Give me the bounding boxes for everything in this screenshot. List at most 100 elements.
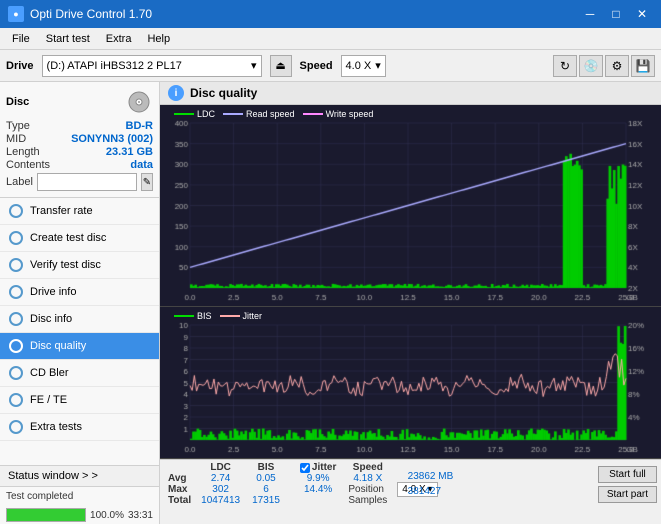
drive-dropdown-arrow: ▾ — [251, 59, 257, 72]
title-controls: ─ □ ✕ — [579, 5, 653, 23]
drive-value: (D:) ATAPI iHBS312 2 PL17 — [47, 60, 182, 72]
max-ldc: 302 — [195, 484, 246, 495]
jitter-checkbox[interactable] — [300, 463, 310, 473]
app-title: Opti Drive Control 1.70 — [30, 7, 152, 21]
disc-info-icon — [8, 311, 24, 327]
progress-text: 100.0% — [90, 510, 124, 521]
position-label: Position — [342, 484, 393, 495]
sidebar-item-extra-tests[interactable]: Extra tests — [0, 414, 159, 441]
progress-bar-area: 100.0% 33:31 — [0, 506, 159, 524]
speed-val: 4.18 X — [353, 473, 382, 484]
verify-test-disc-icon — [8, 257, 24, 273]
cd-bler-icon — [8, 365, 24, 381]
extra-tests-icon — [8, 419, 24, 435]
legend-write-speed: Write speed — [303, 109, 374, 119]
disc-type-value: BD-R — [126, 120, 154, 132]
disc-type-row: Type BD-R — [6, 120, 153, 132]
nav-label-create-test-disc: Create test disc — [30, 232, 106, 244]
speed-selector[interactable]: 4.0 X ▾ — [341, 55, 386, 77]
sidebar-status-area: Status window > > Test completed 100.0% … — [0, 465, 159, 524]
max-label: Max — [164, 484, 195, 495]
disc-length-label: Length — [6, 146, 40, 158]
start-part-button[interactable]: Start part — [598, 486, 657, 503]
sidebar-item-cd-bler[interactable]: CD Bler — [0, 360, 159, 387]
disc-type-label: Type — [6, 120, 30, 132]
stats-ldc-header: LDC — [195, 462, 246, 473]
top-chart-canvas — [160, 105, 661, 306]
sidebar-item-disc-info[interactable]: Disc info — [0, 306, 159, 333]
sidebar-item-drive-info[interactable]: Drive info — [0, 279, 159, 306]
avg-ldc: 2.74 — [195, 473, 246, 484]
menu-start-test[interactable]: Start test — [38, 31, 98, 47]
jitter-header-text: Jitter — [312, 462, 336, 473]
drive-bar: Drive (D:) ATAPI iHBS312 2 PL17 ▾ ⏏ Spee… — [0, 50, 661, 82]
menu-extra[interactable]: Extra — [98, 31, 140, 47]
speed-display: 4.18 X — [342, 473, 393, 484]
minimize-button[interactable]: ─ — [579, 5, 601, 23]
disc-mid-label: MID — [6, 133, 26, 145]
stats-bar: LDC BIS Jitter Speed — [160, 459, 661, 524]
stats-content: LDC BIS Jitter Speed — [164, 462, 657, 506]
nav-label-extra-tests: Extra tests — [30, 421, 82, 433]
jitter-legend-label: Jitter — [243, 311, 263, 321]
nav-label-transfer-rate: Transfer rate — [30, 205, 93, 217]
total-ldc: 1047413 — [195, 495, 246, 506]
stats-avg-row: Avg 2.74 0.05 9.9% 4.18 X 4.0 X — [164, 473, 442, 484]
bottom-chart-area: BIS Jitter — [160, 307, 661, 459]
title-bar-left: ● Opti Drive Control 1.70 — [8, 6, 152, 22]
menu-help[interactable]: Help — [139, 31, 178, 47]
status-window-button[interactable]: Status window > > — [0, 466, 159, 487]
samples-value: 381427 — [408, 486, 454, 497]
refresh-icon[interactable]: ↻ — [553, 55, 577, 77]
start-full-button[interactable]: Start full — [598, 466, 657, 483]
sidebar-item-fe-te[interactable]: FE / TE — [0, 387, 159, 414]
position-samples: 23862 MB 381427 — [408, 471, 454, 497]
stats-header-row: LDC BIS Jitter Speed — [164, 462, 442, 473]
disc-icon[interactable]: 💿 — [579, 55, 603, 77]
menu-bar: File Start test Extra Help — [0, 28, 661, 50]
eject-button[interactable]: ⏏ — [270, 55, 292, 77]
disc-label-row: Label ✎ — [6, 173, 153, 191]
legend-bis: BIS — [174, 311, 212, 321]
save-icon[interactable]: 💾 — [631, 55, 655, 77]
nav-label-disc-info: Disc info — [30, 313, 72, 325]
speed-label: Speed — [300, 60, 333, 72]
disc-length-value: 23.31 GB — [106, 146, 153, 158]
create-test-disc-icon — [8, 230, 24, 246]
menu-file[interactable]: File — [4, 31, 38, 47]
drive-selector[interactable]: (D:) ATAPI iHBS312 2 PL17 ▾ — [42, 55, 262, 77]
disc-label-edit-button[interactable]: ✎ — [141, 173, 153, 191]
status-text: Test completed — [6, 491, 73, 502]
disc-quality-header-icon: i — [168, 85, 184, 101]
write-speed-legend-color — [303, 113, 323, 115]
bottom-chart-canvas — [160, 307, 661, 458]
nav-label-fe-te: FE / TE — [30, 394, 67, 406]
nav-label-drive-info: Drive info — [30, 286, 76, 298]
bottom-legend: BIS Jitter — [174, 311, 262, 321]
nav-label-cd-bler: CD Bler — [30, 367, 69, 379]
maximize-button[interactable]: □ — [605, 5, 627, 23]
position-value: 23862 MB — [408, 471, 454, 482]
ldc-legend-label: LDC — [197, 109, 215, 119]
disc-contents-label: Contents — [6, 159, 50, 171]
sidebar-item-create-test-disc[interactable]: Create test disc — [0, 225, 159, 252]
settings-icon[interactable]: ⚙ — [605, 55, 629, 77]
disc-label-input[interactable] — [37, 173, 137, 191]
disc-header: Disc — [6, 88, 153, 116]
read-speed-legend-color — [223, 113, 243, 115]
sidebar-nav: Transfer rate Create test disc Verify te… — [0, 198, 159, 465]
sidebar-item-disc-quality[interactable]: Disc quality — [0, 333, 159, 360]
close-button[interactable]: ✕ — [631, 5, 653, 23]
sidebar: Disc Type BD-R MID SONYNN3 (002) Length … — [0, 82, 160, 524]
progress-fill — [7, 509, 85, 521]
progress-bar — [6, 508, 86, 522]
toolbar-icons: ↻ 💿 ⚙ 💾 — [553, 55, 655, 77]
disc-contents-value: data — [130, 159, 153, 171]
write-speed-legend-label: Write speed — [326, 109, 374, 119]
main-layout: Disc Type BD-R MID SONYNN3 (002) Length … — [0, 82, 661, 524]
ldc-legend-color — [174, 113, 194, 115]
content-area: i Disc quality LDC Read speed — [160, 82, 661, 524]
avg-bis: 0.05 — [246, 473, 286, 484]
sidebar-item-verify-test-disc[interactable]: Verify test disc — [0, 252, 159, 279]
sidebar-item-transfer-rate[interactable]: Transfer rate — [0, 198, 159, 225]
